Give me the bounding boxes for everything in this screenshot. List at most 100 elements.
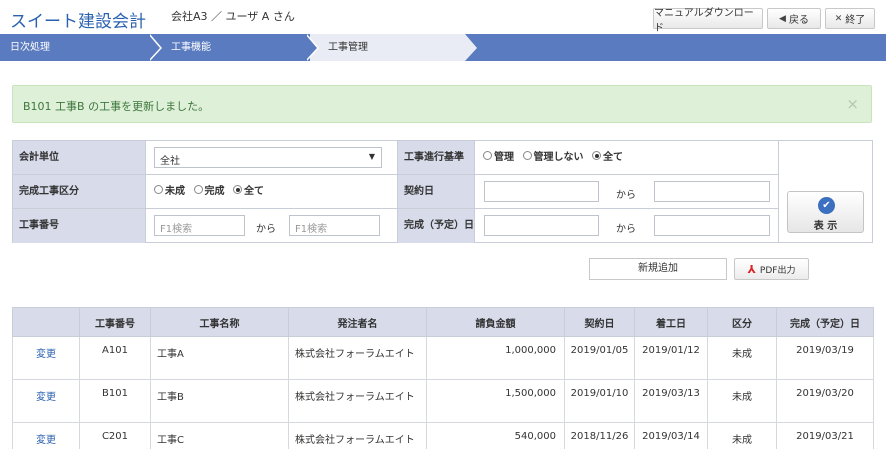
show-button-label: 表 示: [813, 221, 838, 232]
due-from-to-text: から: [616, 224, 636, 235]
col-header-due[interactable]: 完成（予定）日: [776, 307, 874, 337]
cell-no: A101: [79, 336, 151, 380]
cell-due: 2019/03/19: [776, 336, 874, 380]
unit-select-value: 全社: [160, 156, 180, 167]
col-header-kubun[interactable]: 区分: [707, 307, 777, 337]
chevron-down-icon: ▼: [368, 152, 375, 161]
number-from-input[interactable]: F1検索: [154, 215, 245, 236]
number-to-placeholder: F1検索: [295, 224, 328, 235]
cell-start: 2019/03/13: [634, 379, 708, 423]
top-header: スイート建設会計 会社A3 ／ ユーザ A さん マニュアルダウンロード ◀ 戻…: [0, 0, 886, 34]
progress-radio-all[interactable]: 全て: [592, 148, 623, 163]
cell-start: 2019/01/12: [634, 336, 708, 380]
cell-client: 株式会社フォーラムエイト: [288, 422, 427, 449]
cell-contract: 2019/01/05: [564, 336, 635, 380]
breadcrumb-item-daily[interactable]: 日次処理: [10, 34, 50, 61]
edit-link[interactable]: 変更: [12, 336, 80, 380]
breadcrumb-separator: [305, 34, 317, 61]
alert-message: B101 工事B の工事を更新しました。: [23, 100, 210, 113]
number-cell: F1検索 から F1検索: [146, 209, 398, 243]
due-from-input[interactable]: [484, 215, 599, 236]
col-header-contract[interactable]: 契約日: [564, 307, 635, 337]
contract-label: 契約日: [398, 175, 475, 209]
search-form: 会計単位 全社 ▼ 工事進行基準 管理 管理しない 全て 完成工事区分 未成 完…: [12, 140, 873, 243]
number-from-placeholder: F1検索: [160, 224, 193, 235]
complete-radio-unfinished[interactable]: 未成: [154, 182, 185, 197]
col-header-name[interactable]: 工事名称: [150, 307, 289, 337]
number-from-to-text: から: [256, 224, 276, 235]
progress-radio-group: 管理 管理しない 全て: [475, 141, 779, 175]
breadcrumb-separator: [148, 34, 160, 61]
cell-amount: 540,000: [426, 422, 565, 449]
table-row: 変更 A101 工事A 株式会社フォーラムエイト 1,000,000 2019/…: [12, 336, 874, 380]
company-user-info: 会社A3 ／ ユーザ A さん: [171, 10, 295, 23]
col-header-amount[interactable]: 請負金額: [426, 307, 565, 337]
cell-no: B101: [79, 379, 151, 423]
construction-table: 工事番号 工事名称 発注者名 請負金額 契約日 着工日 区分 完成（予定）日 変…: [12, 307, 874, 449]
progress-radio-managed[interactable]: 管理: [483, 148, 514, 163]
col-header-client[interactable]: 発注者名: [288, 307, 427, 337]
unit-cell: 全社 ▼: [146, 141, 398, 175]
cell-due: 2019/03/20: [776, 379, 874, 423]
cell-kubun: 未成: [707, 422, 777, 449]
arrow-left-icon: ◀: [779, 13, 786, 24]
unit-label: 会計単位: [13, 141, 146, 175]
cell-client: 株式会社フォーラムエイト: [288, 336, 427, 380]
cell-kubun: 未成: [707, 336, 777, 380]
number-label: 工事番号: [13, 209, 146, 243]
breadcrumb: 日次処理 工事機能 工事管理: [0, 34, 886, 61]
check-circle-icon: ✔: [818, 197, 835, 214]
back-label: 戻る: [788, 15, 809, 26]
pdf-icon: ⅄: [747, 262, 756, 276]
cell-name: 工事B: [150, 379, 289, 423]
complete-radio-finished[interactable]: 完成: [193, 182, 225, 197]
show-button[interactable]: ✔ 表 示: [787, 191, 864, 233]
cell-start: 2019/03/14: [634, 422, 708, 449]
cell-amount: 1,000,000: [426, 336, 565, 380]
complete-radio-all[interactable]: 全て: [233, 182, 264, 197]
cell-name: 工事C: [150, 422, 289, 449]
breadcrumb-end-arrow: [465, 34, 477, 61]
complete-radio-group: 未成 完成 全て: [146, 175, 398, 209]
breadcrumb-item-management: 工事管理: [328, 42, 368, 53]
cell-amount: 1,500,000: [426, 379, 565, 423]
cell-contract: 2018/11/26: [564, 422, 635, 449]
exit-button[interactable]: ✕ 終了: [825, 8, 875, 29]
back-button[interactable]: ◀ 戻る: [767, 8, 821, 29]
contract-to-input[interactable]: [654, 181, 770, 202]
contract-from-to-text: から: [616, 190, 636, 201]
progress-label: 工事進行基準: [398, 141, 475, 175]
contract-cell: から: [475, 175, 779, 209]
due-cell: から: [475, 209, 779, 243]
unit-select[interactable]: 全社 ▼: [154, 147, 382, 168]
cell-contract: 2019/01/10: [564, 379, 635, 423]
pdf-export-button[interactable]: ⅄ PDF出力: [734, 258, 809, 280]
contract-from-input[interactable]: [484, 181, 599, 202]
breadcrumb-item-construction[interactable]: 工事機能: [171, 34, 211, 61]
cell-kubun: 未成: [707, 379, 777, 423]
col-header-action: [12, 307, 80, 337]
complete-label: 完成工事区分: [13, 175, 146, 209]
progress-radio-unmanaged[interactable]: 管理しない: [522, 148, 584, 163]
edit-link[interactable]: 変更: [12, 422, 80, 449]
cell-no: C201: [79, 422, 151, 449]
table-header-row: 工事番号 工事名称 発注者名 請負金額 契約日 着工日 区分 完成（予定）日: [12, 307, 874, 337]
success-alert: B101 工事B の工事を更新しました。 ×: [12, 85, 872, 123]
due-to-input[interactable]: [654, 215, 770, 236]
table-row: 変更 C201 工事C 株式会社フォーラムエイト 540,000 2018/11…: [12, 422, 874, 449]
cell-client: 株式会社フォーラムエイト: [288, 379, 427, 423]
cell-due: 2019/03/21: [776, 422, 874, 449]
close-icon: ✕: [834, 13, 843, 24]
number-to-input[interactable]: F1検索: [289, 215, 380, 236]
edit-link[interactable]: 変更: [12, 379, 80, 423]
manual-download-button[interactable]: マニュアルダウンロード: [653, 8, 763, 34]
manual-download-label: マニュアルダウンロード: [654, 7, 754, 34]
table-row: 変更 B101 工事B 株式会社フォーラムエイト 1,500,000 2019/…: [12, 379, 874, 423]
add-new-button[interactable]: 新規追加: [589, 258, 727, 280]
col-header-start[interactable]: 着工日: [634, 307, 708, 337]
close-icon[interactable]: ×: [846, 95, 859, 113]
due-label: 完成（予定）日: [398, 209, 475, 243]
app-title: スイート建設会計: [10, 12, 146, 32]
exit-label: 終了: [845, 15, 866, 26]
col-header-no[interactable]: 工事番号: [79, 307, 151, 337]
